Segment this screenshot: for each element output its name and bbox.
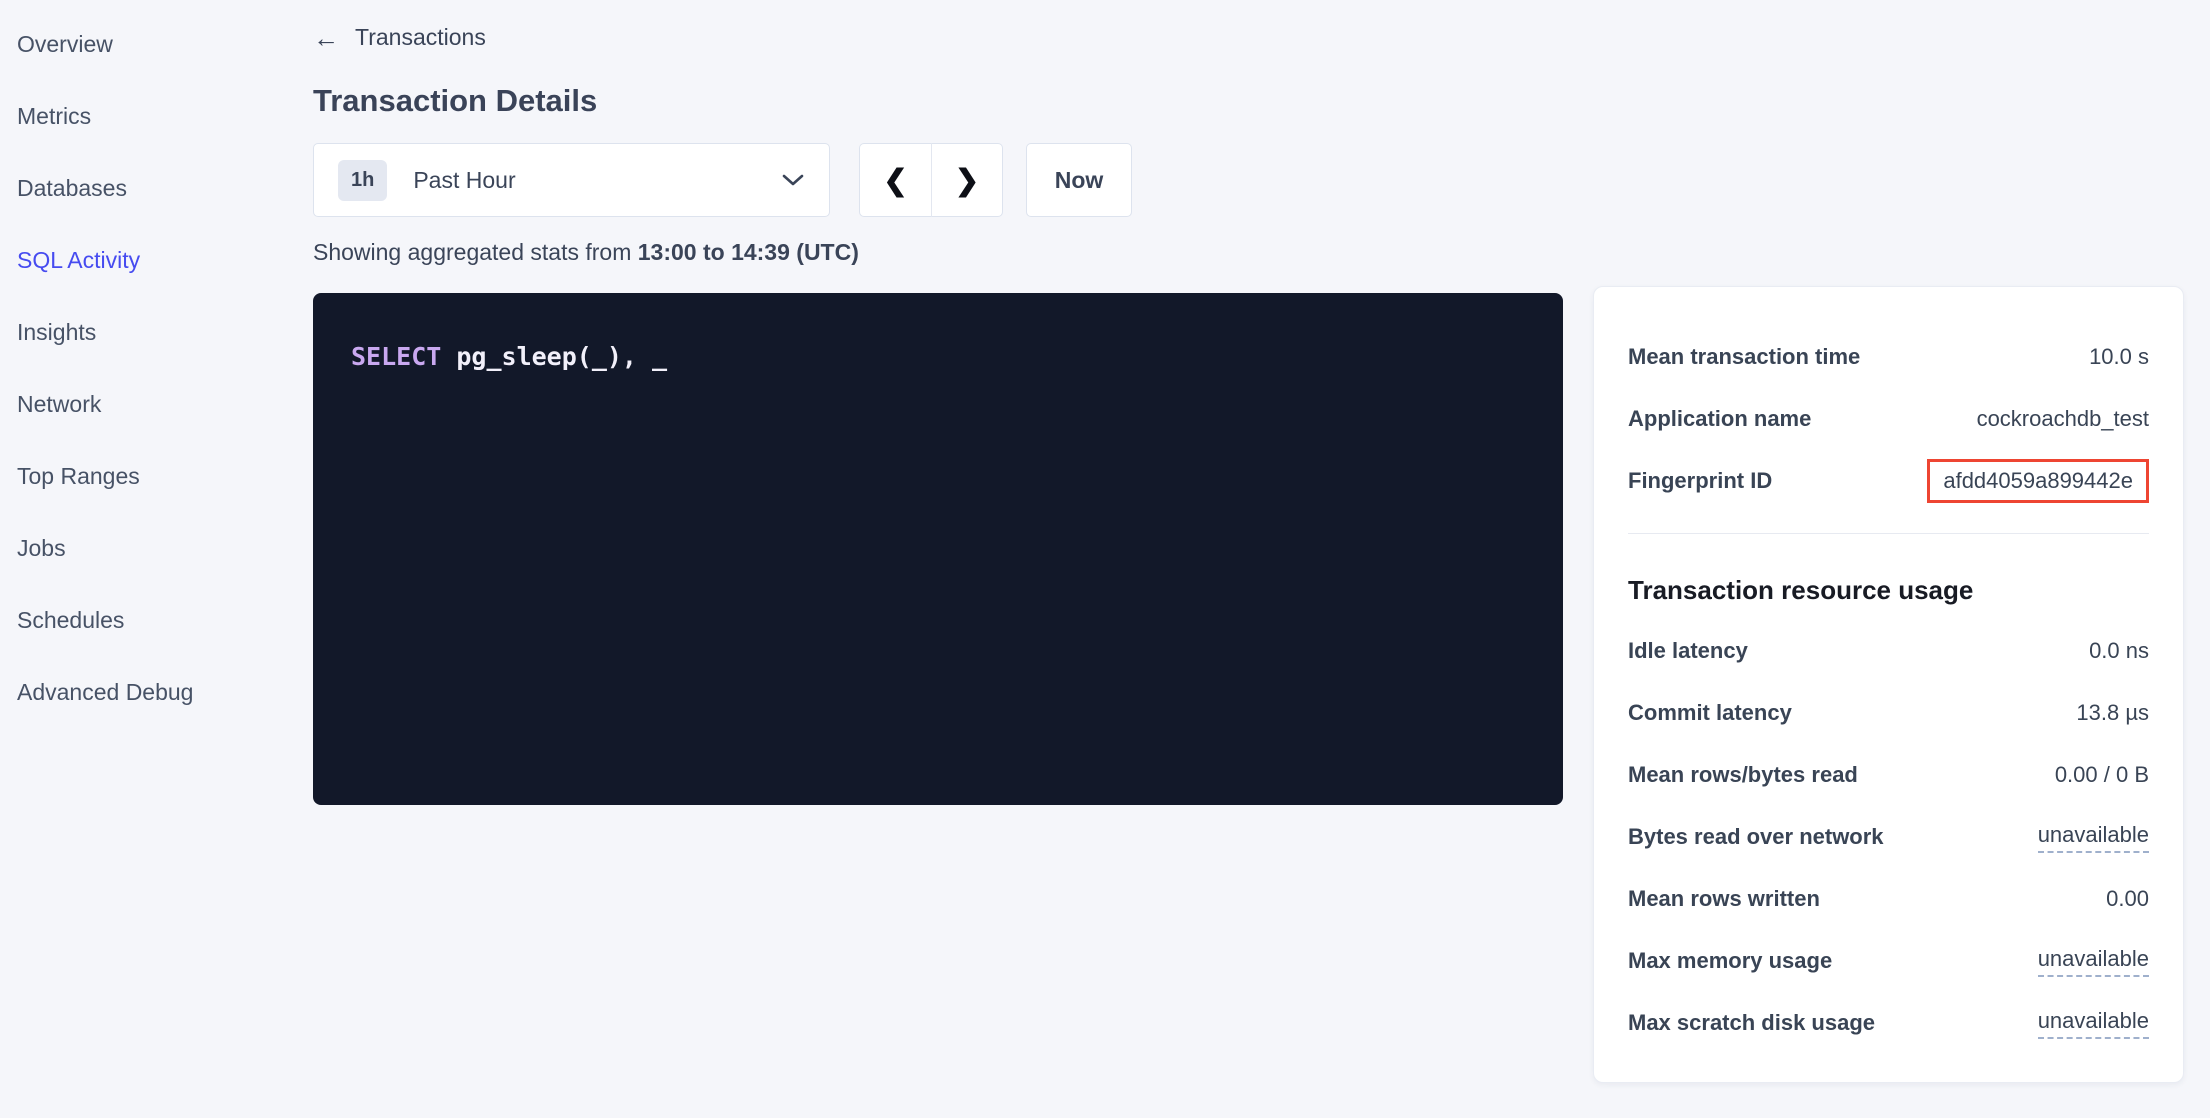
chevron-down-icon <box>781 173 805 187</box>
app-window: Overview Metrics Databases SQL Activity … <box>0 0 2210 1118</box>
bytes-read-over-network-value[interactable]: unavailable <box>2038 822 2149 853</box>
sidebar-nav: Overview Metrics Databases SQL Activity … <box>0 0 313 1118</box>
sql-statement-text: SELECT pg_sleep(_), _ <box>351 342 1533 371</box>
mean-rows-bytes-read-label: Mean rows/bytes read <box>1628 762 1858 788</box>
chevron-right-icon: ❯ <box>955 163 979 198</box>
commit-latency-row: Commit latency 13.8 µs <box>1628 682 2149 744</box>
page-title: Transaction Details <box>313 83 2210 119</box>
sidebar-item-top-ranges[interactable]: Top Ranges <box>17 440 313 512</box>
mean-transaction-time-value: 10.0 s <box>2089 344 2149 370</box>
idle-latency-label: Idle latency <box>1628 638 1748 664</box>
sql-keyword: SELECT <box>351 342 441 371</box>
application-name-row: Application name cockroachdb_test <box>1628 388 2149 450</box>
aggregated-stats-caption: Showing aggregated stats from 13:00 to 1… <box>313 239 2210 266</box>
sql-statement-box: SELECT pg_sleep(_), _ <box>313 293 1563 805</box>
sidebar-item-databases[interactable]: Databases <box>17 152 313 224</box>
time-range-select[interactable]: 1h Past Hour <box>313 143 830 217</box>
stats-caption-prefix: Showing aggregated stats from <box>313 239 638 265</box>
application-name-label: Application name <box>1628 406 1811 432</box>
max-scratch-disk-usage-label: Max scratch disk usage <box>1628 1010 1875 1036</box>
transaction-details-card: Mean transaction time 10.0 s Application… <box>1593 286 2184 1083</box>
max-scratch-disk-usage-value[interactable]: unavailable <box>2038 1008 2149 1039</box>
mean-rows-bytes-read-row: Mean rows/bytes read 0.00 / 0 B <box>1628 744 2149 806</box>
mean-transaction-time-label: Mean transaction time <box>1628 344 1860 370</box>
mean-rows-written-row: Mean rows written 0.00 <box>1628 868 2149 930</box>
sidebar-item-overview[interactable]: Overview <box>17 8 313 80</box>
commit-latency-value: 13.8 µs <box>2076 700 2149 726</box>
time-range-selected: Past Hour <box>413 167 781 194</box>
time-controls: 1h Past Hour ❮ ❯ Now <box>313 143 2210 217</box>
breadcrumb-label: Transactions <box>355 24 486 51</box>
sidebar-item-metrics[interactable]: Metrics <box>17 80 313 152</box>
application-name-value: cockroachdb_test <box>1977 406 2149 432</box>
next-time-range-button[interactable]: ❯ <box>931 143 1003 217</box>
bytes-read-over-network-row: Bytes read over network unavailable <box>1628 806 2149 868</box>
idle-latency-row: Idle latency 0.0 ns <box>1628 620 2149 682</box>
now-button[interactable]: Now <box>1026 143 1132 217</box>
breadcrumb-back-link[interactable]: ← Transactions <box>313 24 486 51</box>
sidebar-item-advanced-debug[interactable]: Advanced Debug <box>17 656 313 728</box>
details-content-row: SELECT pg_sleep(_), _ Mean transaction t… <box>313 293 2210 1083</box>
time-range-pager: ❮ ❯ <box>859 143 1003 217</box>
sidebar-item-schedules[interactable]: Schedules <box>17 584 313 656</box>
max-memory-usage-value[interactable]: unavailable <box>2038 946 2149 977</box>
back-arrow-icon: ← <box>313 25 339 51</box>
sidebar-item-jobs[interactable]: Jobs <box>17 512 313 584</box>
bytes-read-over-network-label: Bytes read over network <box>1628 824 1884 850</box>
mean-rows-bytes-read-value: 0.00 / 0 B <box>2055 762 2149 788</box>
max-scratch-disk-usage-row: Max scratch disk usage unavailable <box>1628 992 2149 1054</box>
chevron-left-icon: ❮ <box>883 163 907 198</box>
commit-latency-label: Commit latency <box>1628 700 1792 726</box>
card-divider <box>1628 533 2149 534</box>
previous-time-range-button[interactable]: ❮ <box>859 143 931 217</box>
fingerprint-id-label: Fingerprint ID <box>1628 468 1772 494</box>
fingerprint-id-row: Fingerprint ID afdd4059a899442e <box>1628 450 2149 512</box>
max-memory-usage-row: Max memory usage unavailable <box>1628 930 2149 992</box>
time-range-badge: 1h <box>338 160 387 201</box>
sql-statement-rest: pg_sleep(_), _ <box>441 342 667 371</box>
sidebar-item-sql-activity[interactable]: SQL Activity <box>17 224 313 296</box>
mean-rows-written-value: 0.00 <box>2106 886 2149 912</box>
mean-rows-written-label: Mean rows written <box>1628 886 1820 912</box>
idle-latency-value: 0.0 ns <box>2089 638 2149 664</box>
main-content: ← Transactions Transaction Details 1h Pa… <box>313 0 2210 1118</box>
max-memory-usage-label: Max memory usage <box>1628 948 1832 974</box>
stats-caption-range: 13:00 to 14:39 (UTC) <box>638 239 859 265</box>
sidebar-item-insights[interactable]: Insights <box>17 296 313 368</box>
fingerprint-id-highlight: afdd4059a899442e <box>1927 459 2149 503</box>
resource-usage-heading: Transaction resource usage <box>1628 560 2149 620</box>
sidebar-item-network[interactable]: Network <box>17 368 313 440</box>
mean-transaction-time-row: Mean transaction time 10.0 s <box>1628 326 2149 388</box>
